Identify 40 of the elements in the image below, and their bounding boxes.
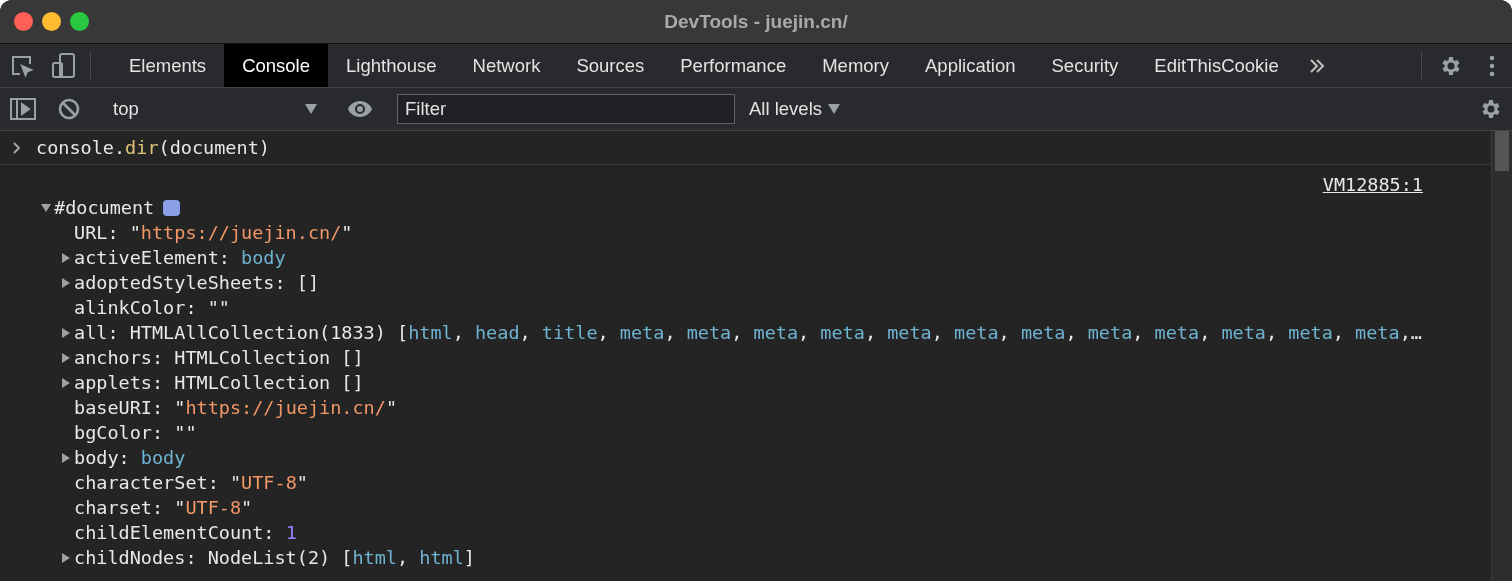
property-line: charset: "UTF-8": [74, 497, 253, 518]
panel-tab[interactable]: Console: [224, 44, 328, 87]
panel-tab[interactable]: Security: [1033, 44, 1137, 87]
caret-icon: [305, 104, 317, 114]
close-button[interactable]: [14, 12, 33, 31]
property-line: adoptedStyleSheets: []: [74, 272, 320, 293]
panel-tab[interactable]: Performance: [662, 44, 805, 87]
panel-tab[interactable]: Sources: [558, 44, 663, 87]
prompt-chevron-icon: [12, 141, 22, 154]
maximize-button[interactable]: [70, 12, 89, 31]
context-select[interactable]: top: [105, 93, 325, 125]
source-link[interactable]: VM12885:1: [1322, 174, 1423, 195]
property-line: URL: "https://juejin.cn/": [74, 222, 353, 243]
panel-tab[interactable]: Elements: [111, 44, 225, 87]
log-levels-dropdown[interactable]: All levels: [743, 97, 846, 121]
panel-tab[interactable]: Network: [454, 44, 559, 87]
property-line: body: body: [74, 447, 186, 468]
property-line: activeElement: body: [74, 247, 286, 268]
panel-tab[interactable]: Lighthouse: [328, 44, 455, 87]
panel-tab[interactable]: Memory: [804, 44, 907, 87]
property-line: applets: HTMLCollection []: [74, 372, 364, 393]
property-line: baseURI: "https://juejin.cn/": [74, 397, 397, 418]
console-command: console.dir(document): [36, 137, 270, 158]
property-line: all: HTMLAllCollection(1833) [html, head, title, meta, meta, meta, meta, meta, meta, meta, meta, meta, meta, meta, meta,…: [74, 322, 1422, 343]
window-title: DevTools - juejin.cn/: [664, 10, 848, 32]
panel-tab[interactable]: EditThisCookie: [1136, 44, 1297, 87]
property-line: alinkColor: "": [74, 297, 230, 318]
property-line: characterSet: "UTF-8": [74, 472, 308, 493]
scrollbar[interactable]: [1491, 131, 1512, 581]
property-line: anchors: HTMLCollection []: [74, 347, 364, 368]
info-badge[interactable]: [163, 199, 181, 216]
filter-field[interactable]: Filter: [397, 94, 735, 124]
expand-arrow-icon[interactable]: [38, 201, 54, 214]
panel-tab[interactable]: Application: [907, 44, 1034, 87]
property-line: bgColor: "": [74, 422, 197, 443]
object-label: #document: [54, 197, 155, 218]
property-line: childElementCount: 1: [74, 522, 297, 543]
minimize-button[interactable]: [42, 12, 61, 31]
caret-icon: [828, 104, 840, 114]
property-line: childNodes: NodeList(2) [html, html]: [74, 547, 475, 568]
